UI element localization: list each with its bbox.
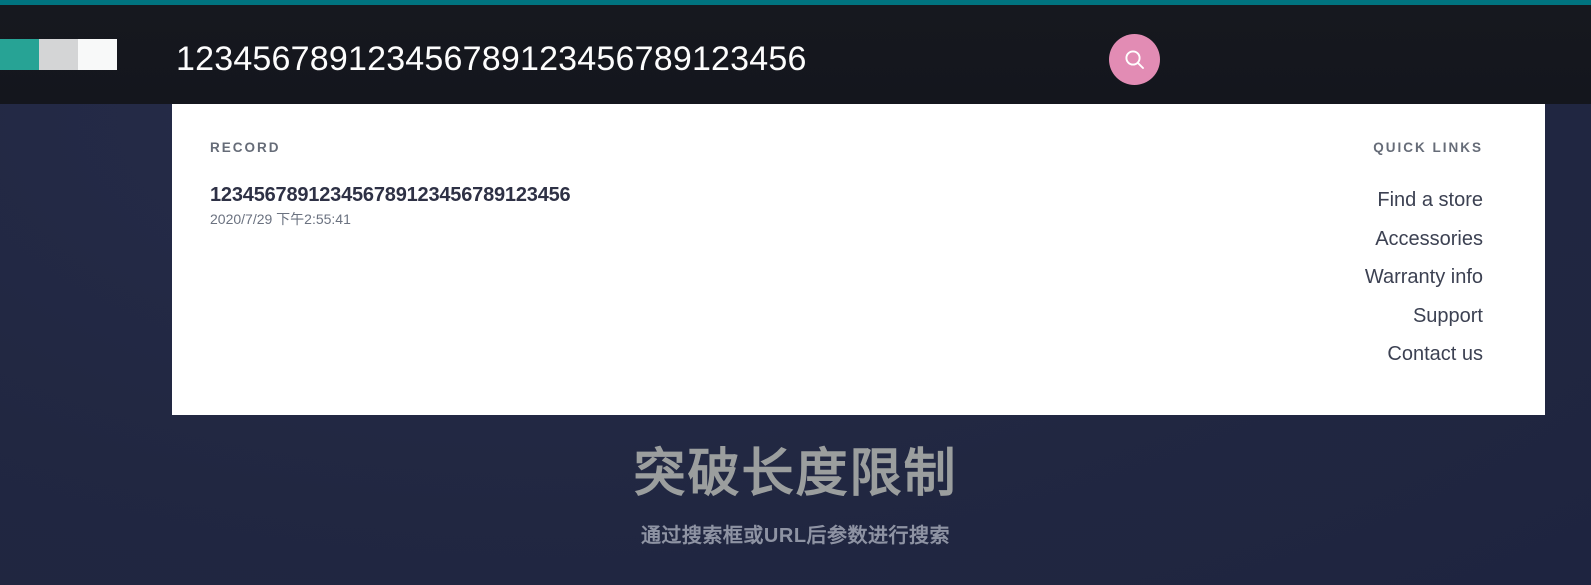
quick-link-accessories[interactable]: Accessories: [1365, 220, 1483, 259]
hero-title: 突破长度限制: [633, 445, 958, 503]
site-header: 123456789123456789123456789123456: [0, 5, 1591, 104]
record-item-timestamp: 2020/7/29 下午2:55:41: [210, 211, 351, 227]
quick-link-contact-us[interactable]: Contact us: [1365, 335, 1483, 374]
search-button[interactable]: [1109, 34, 1160, 85]
record-item-title: 123456789123456789123456789123456: [210, 184, 571, 206]
brand-logo[interactable]: [0, 39, 117, 70]
quick-links-section: QUICK LINKS Find a store Accessories War…: [1365, 140, 1483, 374]
record-item[interactable]: 123456789123456789123456789123456 2020/7…: [210, 183, 571, 228]
quick-link-warranty-info[interactable]: Warranty info: [1365, 258, 1483, 297]
hero-block: 突破长度限制 通过搜索框或URL后参数进行搜索: [0, 443, 1591, 551]
content-card: RECORD 123456789123456789123456789123456…: [172, 104, 1545, 415]
hero-subtitle: 通过搜索框或URL后参数进行搜索: [640, 525, 951, 547]
quick-link-find-a-store[interactable]: Find a store: [1365, 181, 1483, 220]
record-section: RECORD 123456789123456789123456789123456…: [210, 140, 571, 228]
logo-block-white: [78, 39, 117, 70]
logo-block-teal: [0, 39, 39, 70]
search-icon: [1122, 47, 1148, 73]
quick-links-heading: QUICK LINKS: [1373, 140, 1483, 155]
quick-link-support[interactable]: Support: [1365, 297, 1483, 336]
logo-block-gray: [39, 39, 78, 70]
record-heading: RECORD: [210, 140, 281, 155]
page-title: 123456789123456789123456789123456: [176, 40, 807, 78]
